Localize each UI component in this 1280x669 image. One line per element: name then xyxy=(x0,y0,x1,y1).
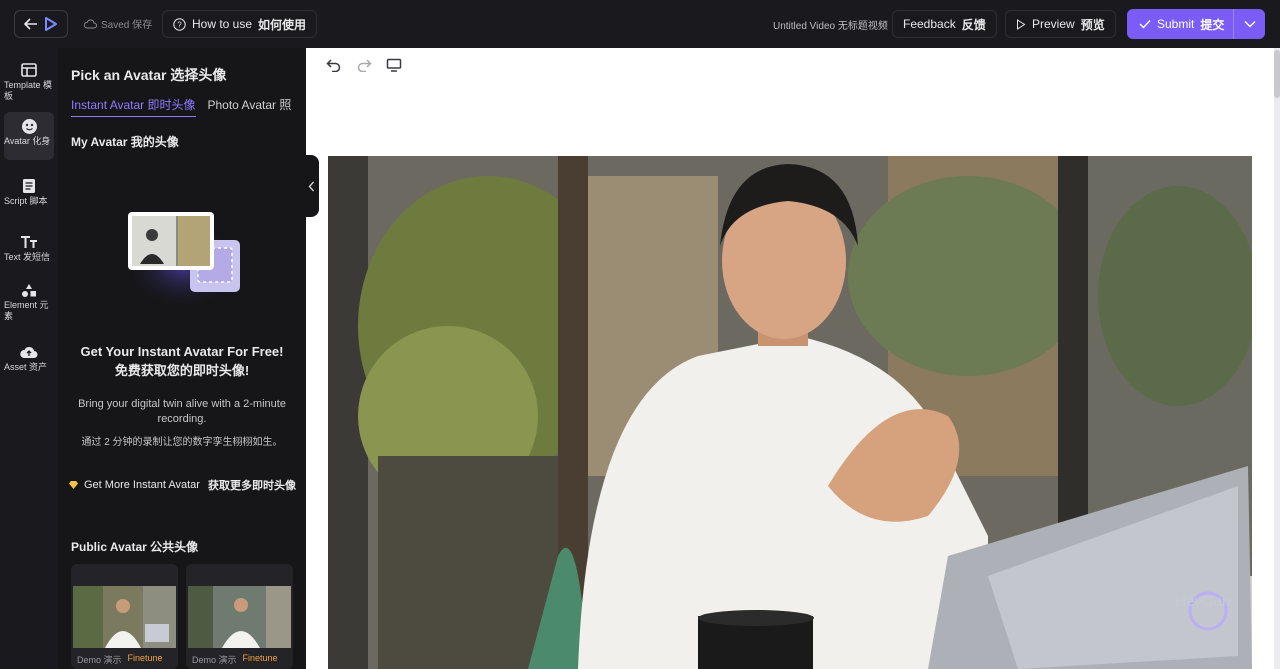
avatar-tabs: Instant Avatar 即时头像 Photo Avatar 照 xyxy=(71,96,291,117)
video-title[interactable]: Untitled Video 无标题视频 xyxy=(773,17,888,32)
top-bar: Saved 保存 ? How to use 如何使用 Untitled Vide… xyxy=(0,0,1280,48)
preview-label: Preview xyxy=(1032,17,1075,31)
collapse-panel-button[interactable] xyxy=(303,155,319,217)
icon-rail: Template 模板 Avatar 化身 Script 脚本 Text 发短信… xyxy=(0,48,58,669)
avatar-photo xyxy=(328,156,1252,669)
avatar-panel: Pick an Avatar 选择头像 Instant Avatar 即时头像 … xyxy=(58,48,306,669)
rail-label-text: Text 发短信 xyxy=(4,252,51,262)
script-icon xyxy=(23,179,35,193)
avatar-thumbnail xyxy=(188,586,291,648)
tab-instant-avatar[interactable]: Instant Avatar 即时头像 xyxy=(71,96,196,117)
submit-button[interactable]: Submit 提交 xyxy=(1127,9,1265,39)
heygen-watermark: HeyGen xyxy=(1175,593,1231,610)
chevron-down-icon xyxy=(1244,21,1255,28)
promo-title-en: Get Your Instant Avatar For Free! xyxy=(80,344,284,359)
canvas-toolbar xyxy=(326,58,402,72)
undo-icon[interactable] xyxy=(326,58,342,72)
rail-label-avatar: Avatar 化身 xyxy=(4,136,51,146)
get-more-label: Get More Instant Avatar xyxy=(84,479,200,491)
back-button[interactable] xyxy=(14,10,68,38)
finetune-badge: Finetune xyxy=(242,653,278,663)
svg-text:?: ? xyxy=(177,20,182,29)
play-logo-icon xyxy=(45,17,57,31)
check-icon xyxy=(1139,20,1151,29)
feedback-label-cn: 反馈 xyxy=(961,17,986,32)
demo-badge: Demo 演示 xyxy=(77,655,122,665)
avatar-video-preview[interactable] xyxy=(328,156,1252,669)
saved-status: Saved 保存 xyxy=(84,16,152,31)
arrow-left-icon xyxy=(24,18,37,30)
promo-title: Get Your Instant Avatar For Free! 免费获取您的… xyxy=(58,342,306,380)
promo-title-cn: 免费获取您的即时头像! xyxy=(114,363,250,378)
rail-label-script: Script 脚本 xyxy=(4,196,48,206)
text-icon xyxy=(21,236,37,248)
feedback-label: Feedback xyxy=(903,17,956,31)
get-more-instant-avatar-button[interactable]: Get More Instant Avatar 获取更多即时头像 xyxy=(64,474,302,496)
submit-label-cn: 提交 xyxy=(1200,17,1225,32)
rail-item-text[interactable]: Text 发短信 xyxy=(4,228,54,270)
promo-description: Bring your digital twin alive with a 2-m… xyxy=(78,398,286,425)
diamond-icon xyxy=(69,481,78,489)
template-icon xyxy=(21,63,37,77)
submit-options-button[interactable] xyxy=(1233,9,1265,39)
submit-label: Submit xyxy=(1157,17,1195,31)
demo-badge: Demo 演示 xyxy=(192,655,237,665)
public-avatar-heading: Public Avatar 公共头像 xyxy=(71,540,199,554)
feedback-button[interactable]: Feedback 反馈 xyxy=(892,10,997,38)
how-to-use-button[interactable]: ? How to use 如何使用 xyxy=(162,10,318,38)
avatar-icon xyxy=(21,118,37,134)
how-to-use-label-cn: 如何使用 xyxy=(258,17,307,32)
asset-icon xyxy=(20,346,38,358)
public-avatar-card[interactable]: Demo 演示 Finetune xyxy=(186,564,293,669)
preview-button[interactable]: Preview 预览 xyxy=(1005,10,1116,38)
promo-description-cn: 通过 2 分钟的录制让您的数字孪生栩栩如生。 xyxy=(81,437,283,448)
finetune-badge: Finetune xyxy=(127,653,163,663)
monitor-icon[interactable] xyxy=(386,58,402,72)
scrollbar-thumb[interactable] xyxy=(1274,50,1280,98)
rail-item-asset[interactable]: Asset 资产 xyxy=(4,338,54,380)
play-icon xyxy=(1017,18,1026,30)
page-scrollbar[interactable] xyxy=(1274,48,1280,669)
avatar-meta: Demo 演示 Finetune xyxy=(77,653,163,666)
preview-label-cn: 预览 xyxy=(1080,17,1105,32)
public-avatar-list: Demo 演示 Finetune Demo 演示 Finetune xyxy=(71,564,293,669)
rail-item-template[interactable]: Template 模板 xyxy=(4,56,54,106)
public-avatar-card[interactable]: Demo 演示 Finetune xyxy=(71,564,178,669)
element-icon xyxy=(22,283,36,297)
help-circle-icon: ? xyxy=(173,17,186,31)
redo-icon[interactable] xyxy=(356,58,372,72)
avatar-meta: Demo 演示 Finetune xyxy=(192,653,278,666)
cloud-icon xyxy=(84,19,97,28)
rail-item-script[interactable]: Script 脚本 xyxy=(4,172,54,214)
rail-item-avatar[interactable]: Avatar 化身 xyxy=(4,112,54,160)
instant-avatar-illustration xyxy=(125,212,241,305)
avatar-thumbnail xyxy=(73,586,176,648)
rail-label-element: Element 元素 xyxy=(4,300,49,321)
my-avatar-heading: My Avatar 我的头像 xyxy=(71,135,179,149)
chevron-left-icon xyxy=(308,181,314,191)
get-more-label-cn: 获取更多即时头像 xyxy=(207,480,296,492)
tab-photo-avatar[interactable]: Photo Avatar 照 xyxy=(208,96,292,117)
submit-main[interactable]: Submit 提交 xyxy=(1127,9,1233,39)
rail-label-template: Template 模板 xyxy=(4,80,53,101)
rail-label-asset: Asset 资产 xyxy=(4,362,48,372)
how-to-use-label: How to use xyxy=(192,17,253,31)
rail-item-element[interactable]: Element 元素 xyxy=(4,276,54,328)
panel-title: Pick an Avatar 选择头像 xyxy=(71,67,227,83)
saved-text: Saved 保存 xyxy=(101,20,153,31)
